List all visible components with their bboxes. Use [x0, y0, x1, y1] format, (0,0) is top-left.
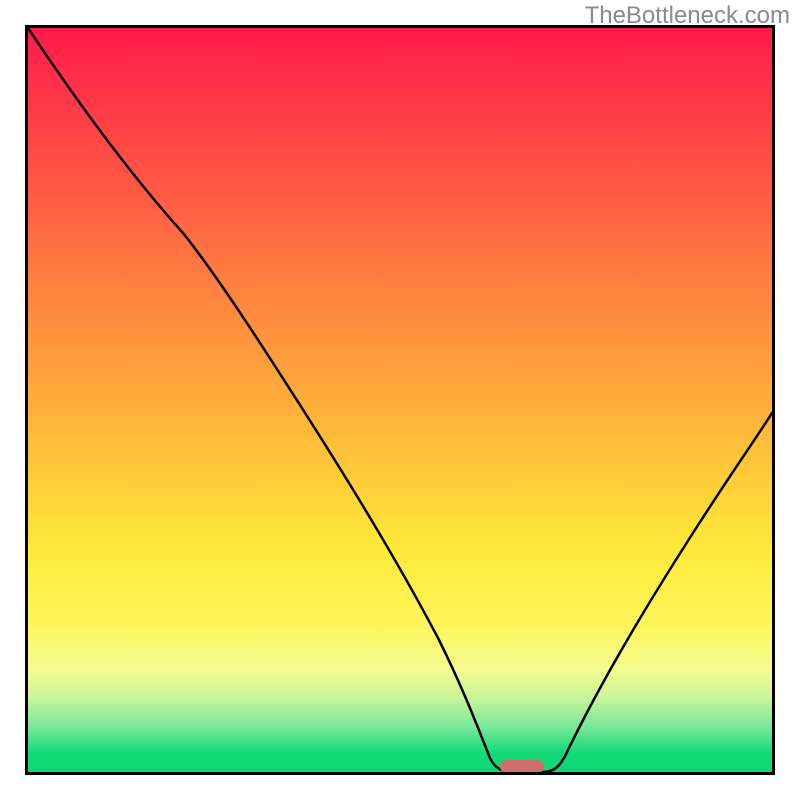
curve-layer	[28, 28, 772, 772]
chart-frame: TheBottleneck.com	[0, 0, 800, 800]
plot-area	[25, 25, 775, 775]
bottleneck-curve	[28, 28, 772, 772]
optimum-marker	[500, 760, 544, 772]
